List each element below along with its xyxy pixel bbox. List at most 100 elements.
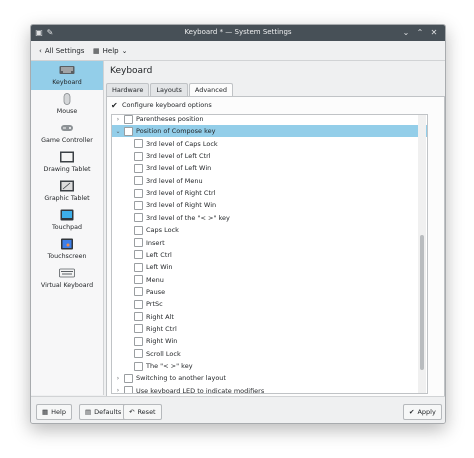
tree-option-row[interactable]: PrtSc bbox=[112, 298, 427, 310]
tree-option-row[interactable]: The "< >" key bbox=[112, 360, 427, 372]
tree-option-row[interactable]: Right Win bbox=[112, 335, 427, 347]
sidebar-item-game-controller[interactable]: Game Controller bbox=[31, 119, 103, 148]
tree-option-row[interactable]: 3rd level of Left Win bbox=[112, 162, 427, 174]
option-checkbox[interactable] bbox=[134, 275, 143, 285]
maximize-icon[interactable]: ⌃ bbox=[415, 28, 425, 38]
option-checkbox[interactable] bbox=[124, 115, 133, 124]
all-settings-button[interactable]: ‹ All Settings bbox=[39, 44, 84, 57]
sidebar-item-touchpad[interactable]: Touchpad bbox=[31, 206, 103, 235]
sidebar-item-graphic-tablet[interactable]: Graphic Tablet bbox=[31, 177, 103, 206]
settings-window: ▣ ✎ Keyboard * — System Settings ⌄ ⌃ ✕ ‹… bbox=[30, 24, 446, 424]
option-checkbox[interactable] bbox=[134, 324, 143, 334]
option-checkbox[interactable] bbox=[134, 151, 143, 161]
help-grid-icon: ▦ bbox=[93, 46, 100, 55]
sidebar-item-label: Virtual Keyboard bbox=[40, 282, 94, 289]
option-checkbox[interactable] bbox=[134, 213, 143, 223]
option-checkbox[interactable] bbox=[134, 225, 143, 235]
tree-group-row[interactable]: ⌄ Position of Compose key bbox=[112, 125, 427, 138]
option-checkbox[interactable] bbox=[134, 312, 143, 322]
option-label: Right Alt bbox=[146, 312, 174, 321]
tab-advanced[interactable]: Advanced bbox=[188, 83, 233, 97]
tree-option-row[interactable]: Right Alt bbox=[112, 311, 427, 323]
main-content: Keyboard Hardware Layouts Advanced ✔ Con… bbox=[104, 61, 445, 397]
option-checkbox[interactable] bbox=[134, 299, 143, 309]
option-checkbox[interactable] bbox=[124, 386, 133, 393]
option-checkbox[interactable] bbox=[134, 188, 143, 198]
tree-option-row[interactable]: 3rd level of Caps Lock bbox=[112, 138, 427, 150]
apply-button[interactable]: ✔ Apply bbox=[403, 404, 442, 420]
drawing-tablet-icon bbox=[60, 151, 74, 163]
option-checkbox[interactable] bbox=[134, 336, 143, 346]
option-label: 3rd level of Menu bbox=[146, 176, 203, 185]
minimize-icon[interactable]: ⌄ bbox=[401, 28, 411, 38]
tree-option-row[interactable]: Insert bbox=[112, 237, 427, 249]
tree-option-row[interactable]: Scroll Lock bbox=[112, 348, 427, 360]
sidebar-item-drawing-tablet[interactable]: Drawing Tablet bbox=[31, 148, 103, 177]
chevron-right-icon[interactable]: › bbox=[115, 387, 121, 393]
tree-option-row[interactable]: Left Win bbox=[112, 261, 427, 273]
configure-keyboard-options-checkbox[interactable]: ✔ Configure keyboard options bbox=[111, 101, 212, 109]
tree-option-row[interactable]: 3rd level of Menu bbox=[112, 175, 427, 187]
option-checkbox[interactable] bbox=[134, 349, 143, 359]
tree-option-row[interactable]: 3rd level of Right Win bbox=[112, 199, 427, 211]
options-tree[interactable]: › Use keyboard LED to indicate modifiers ›… bbox=[111, 114, 428, 394]
help-menu-button[interactable]: ▦ Help ⌄ bbox=[93, 44, 127, 57]
apply-button-label: Apply bbox=[417, 408, 436, 416]
sidebar-item-keyboard[interactable]: Keyboard bbox=[31, 61, 103, 90]
sidebar-item-label: Mouse bbox=[56, 108, 78, 115]
touchpad-icon bbox=[60, 209, 74, 221]
close-icon[interactable]: ✕ bbox=[429, 28, 439, 38]
option-checkbox[interactable] bbox=[134, 176, 143, 186]
option-checkbox[interactable] bbox=[134, 262, 143, 272]
tree-group-row[interactable]: › Switching to another layout bbox=[112, 372, 427, 384]
game-controller-icon bbox=[61, 125, 73, 131]
tree-group-row[interactable]: › Use keyboard LED to indicate modifiers bbox=[112, 385, 427, 393]
tree-option-row[interactable]: 3rd level of Left Ctrl bbox=[112, 150, 427, 162]
sidebar-item-label: Touchpad bbox=[52, 224, 82, 231]
sidebar-item-touchscreen[interactable]: Touchscreen bbox=[31, 235, 103, 264]
sidebar-item-virtual-keyboard[interactable]: Virtual Keyboard bbox=[31, 264, 103, 293]
sidebar-item-mouse[interactable]: Mouse bbox=[31, 90, 103, 119]
window-title: Keyboard * — System Settings bbox=[184, 28, 292, 36]
option-checkbox[interactable] bbox=[134, 361, 143, 371]
tree-option-row[interactable]: Left Ctrl bbox=[112, 249, 427, 261]
help-label: Help bbox=[102, 46, 119, 55]
tab-hardware[interactable]: Hardware bbox=[106, 83, 150, 96]
reset-button[interactable]: ↶ Reset bbox=[123, 404, 162, 420]
option-checkbox[interactable] bbox=[124, 373, 133, 383]
tree-option-row[interactable]: Right Ctrl bbox=[112, 323, 427, 335]
option-checkbox[interactable] bbox=[134, 200, 143, 210]
chevron-down-icon[interactable]: ⌄ bbox=[115, 128, 121, 135]
sidebar-item-label: Game Controller bbox=[41, 137, 93, 144]
option-checkbox[interactable] bbox=[124, 126, 133, 136]
mouse-icon bbox=[63, 93, 71, 105]
tree-group-row[interactable]: › Parentheses position bbox=[112, 115, 427, 125]
option-checkbox[interactable] bbox=[134, 287, 143, 297]
tree-option-row[interactable]: Menu bbox=[112, 274, 427, 286]
tree-option-row[interactable]: 3rd level of Right Ctrl bbox=[112, 187, 427, 199]
option-checkbox[interactable] bbox=[134, 139, 143, 149]
checkmark-icon: ✔ bbox=[409, 408, 415, 416]
tab-layouts[interactable]: Layouts bbox=[150, 83, 188, 96]
tree-option-row[interactable]: Caps Lock bbox=[112, 224, 427, 236]
option-checkbox[interactable] bbox=[134, 163, 143, 173]
scrollbar-thumb[interactable] bbox=[420, 235, 424, 370]
tree-scrollbar[interactable] bbox=[418, 115, 426, 393]
tree-option-row[interactable]: 3rd level of the "< >" key bbox=[112, 212, 427, 224]
toolbar: ‹ All Settings ▦ Help ⌄ bbox=[31, 41, 445, 61]
option-label: Position of Compose key bbox=[136, 127, 216, 136]
option-label: 3rd level of Left Win bbox=[146, 164, 212, 173]
option-label: Right Win bbox=[146, 337, 178, 346]
option-label: Caps Lock bbox=[146, 226, 179, 235]
chevron-right-icon[interactable]: › bbox=[115, 116, 121, 123]
option-label: Insert bbox=[146, 238, 165, 247]
option-checkbox[interactable] bbox=[134, 238, 143, 247]
option-checkbox[interactable] bbox=[134, 250, 143, 260]
defaults-button[interactable]: ▤ Defaults bbox=[79, 404, 128, 420]
option-label: The "< >" key bbox=[146, 362, 193, 370]
tree-option-row[interactable]: Pause bbox=[112, 286, 427, 298]
sidebar-item-label: Touchscreen bbox=[47, 253, 87, 260]
help-button[interactable]: ▦ Help bbox=[36, 404, 72, 420]
undo-icon: ↶ bbox=[129, 408, 135, 416]
chevron-right-icon[interactable]: › bbox=[115, 375, 121, 382]
